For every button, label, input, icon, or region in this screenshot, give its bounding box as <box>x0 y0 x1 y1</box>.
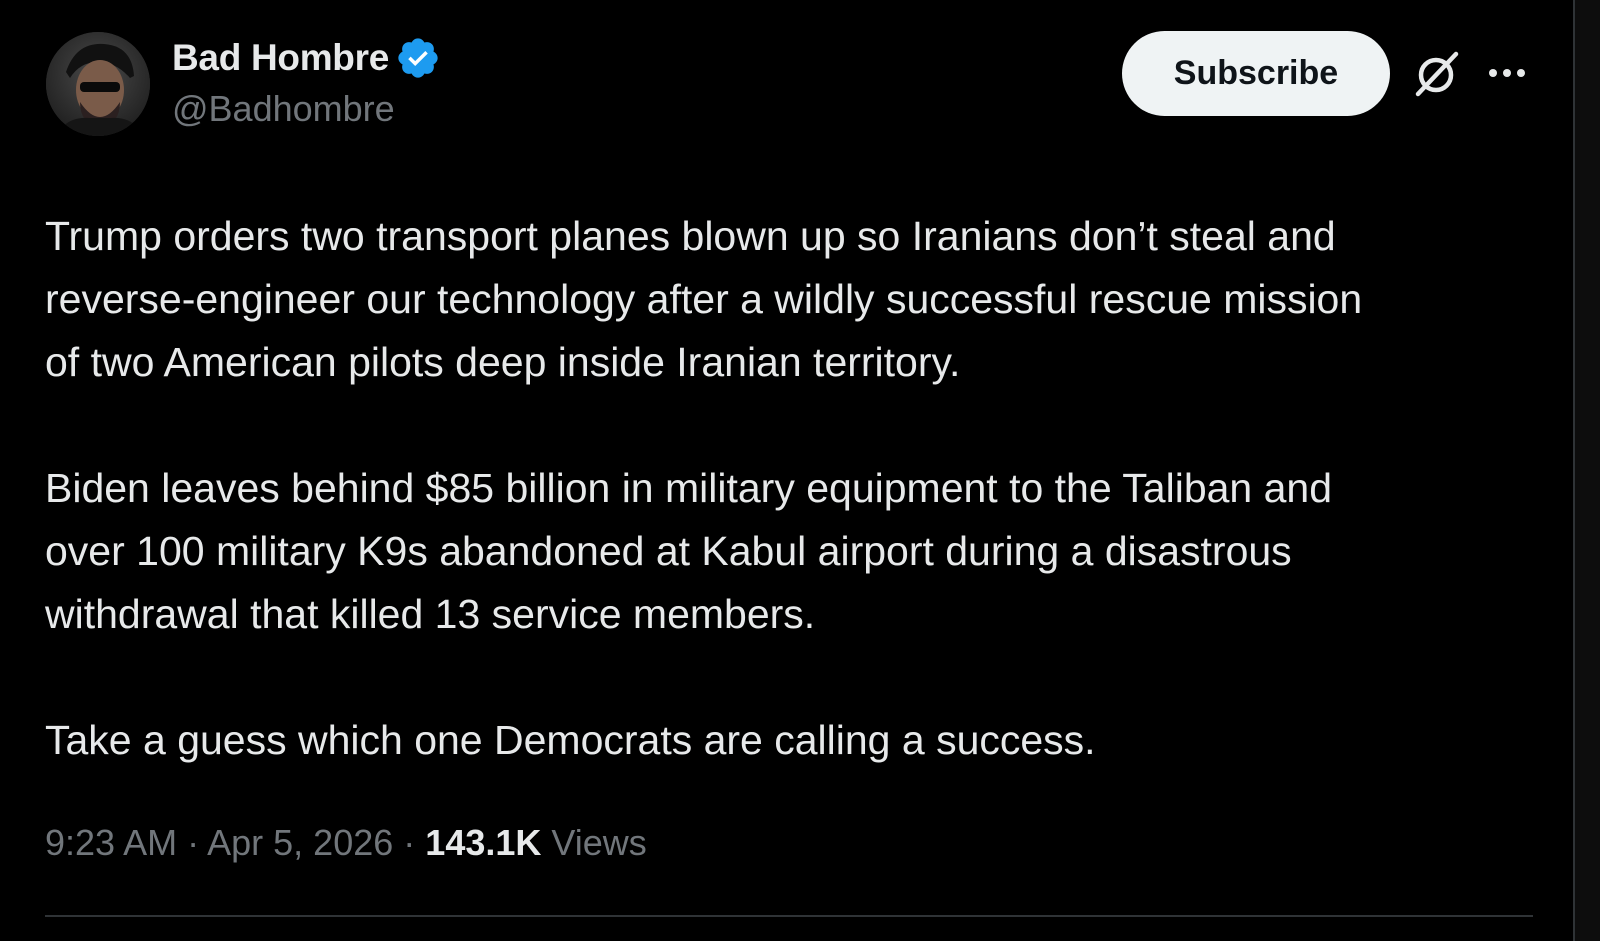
divider <box>45 915 1533 917</box>
window-edge <box>1573 0 1600 941</box>
tweet-meta: 9:23 AM · Apr 5, 2026 · 143.1K Views <box>45 822 647 864</box>
tweet-line: Trump orders two transport planes blown … <box>45 213 1336 259</box>
avatar[interactable] <box>46 32 150 136</box>
author-name-row[interactable]: Bad Hombre <box>172 36 441 80</box>
avatar-image <box>46 32 150 136</box>
grok-icon[interactable] <box>1410 48 1462 100</box>
meta-separator: · <box>403 822 416 863</box>
tweet-card: Bad Hombre @Badhombre Subscribe Trump or… <box>0 0 1573 941</box>
tweet-paragraph: Trump orders two transport planes blown … <box>45 205 1545 394</box>
subscribe-button[interactable]: Subscribe <box>1122 31 1390 116</box>
meta-separator: · <box>187 822 200 863</box>
tweet-line: withdrawal that killed 13 service member… <box>45 591 816 637</box>
views-count[interactable]: 143.1K <box>425 822 541 863</box>
tweet-line: reverse-engineer our technology after a … <box>45 276 1363 322</box>
more-options-icon[interactable] <box>1484 58 1530 88</box>
display-name[interactable]: Bad Hombre <box>172 37 389 79</box>
tweet-time[interactable]: 9:23 AM <box>45 822 177 863</box>
tweet-line: over 100 military K9s abandoned at Kabul… <box>45 528 1292 574</box>
verified-badge-icon[interactable] <box>395 35 441 81</box>
tweet-line: Take a guess which one Democrats are cal… <box>45 717 1096 763</box>
tweet-line: of two American pilots deep inside Irani… <box>45 339 961 385</box>
tweet-paragraph: Take a guess which one Democrats are cal… <box>45 709 1545 772</box>
author-handle[interactable]: @Badhombre <box>172 88 395 130</box>
views-label[interactable]: Views <box>551 822 646 863</box>
tweet-line: Biden leaves behind $85 billion in milit… <box>45 465 1333 511</box>
tweet-text: Trump orders two transport planes blown … <box>45 205 1545 772</box>
tweet-date[interactable]: Apr 5, 2026 <box>207 822 393 863</box>
tweet-paragraph: Biden leaves behind $85 billion in milit… <box>45 457 1545 646</box>
